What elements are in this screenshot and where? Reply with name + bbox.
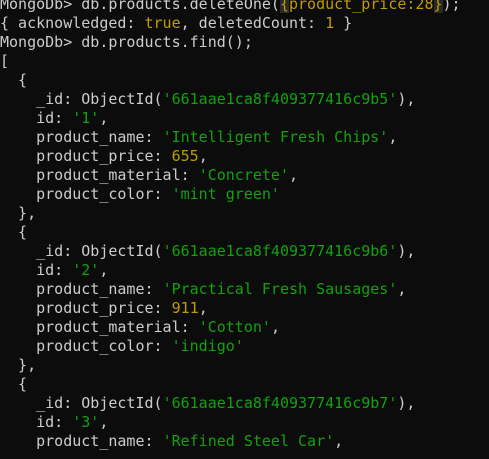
terminal-line: _id: ObjectId('661aae1ca8f409377416c9b7'… — [0, 394, 489, 413]
terminal-text-segment: product_name: — [0, 432, 163, 450]
terminal-text-segment: , deletedCount: — [180, 14, 326, 32]
terminal-line: id: '3', — [0, 413, 489, 432]
terminal-text-segment: , — [334, 432, 344, 450]
terminal-text-segment: id: — [0, 413, 73, 431]
terminal-line: MongoDb> db.products.find(); — [0, 33, 489, 52]
terminal-text-segment: , — [397, 280, 407, 298]
terminal-text-segment: MongoDb> db.products.find(); — [0, 33, 253, 51]
terminal-text-segment: product_price: — [0, 147, 172, 165]
terminal-text-segment: { — [0, 71, 28, 89]
terminal-text-segment: product_material: — [0, 166, 199, 184]
terminal-text-segment: ), — [397, 90, 416, 108]
terminal-text-segment: product_name: — [0, 280, 163, 298]
terminal-line: { acknowledged: true, deletedCount: 1 } — [0, 14, 489, 33]
terminal-text-segment: _id: ObjectId( — [0, 394, 163, 412]
terminal-line: product_price: 911, — [0, 299, 489, 318]
terminal-text-segment: , — [198, 147, 208, 165]
terminal-text-segment: , — [99, 261, 109, 279]
terminal-text-segment: '661aae1ca8f409377416c9b7' — [162, 394, 398, 412]
terminal-text-segment: ), — [397, 394, 416, 412]
terminal-text-segment: } — [433, 0, 443, 13]
terminal-line: product_material: 'Cotton', — [0, 318, 489, 337]
terminal-text-segment: , — [388, 128, 398, 146]
terminal-text-segment: 'Refined Steel Car' — [162, 432, 335, 450]
terminal-text-segment: product_name: — [0, 128, 163, 146]
terminal-text-segment: product_price: — [0, 299, 172, 317]
terminal-text-segment: product_material: — [0, 318, 199, 336]
terminal-line: product_color: 'mint green' — [0, 185, 489, 204]
terminal-text-segment: }, — [0, 204, 37, 222]
terminal-text-segment: { — [279, 0, 289, 13]
terminal-line: MongoDb> db.products.deleteOne({product_… — [0, 0, 489, 14]
terminal-text-segment: ); — [442, 0, 461, 13]
terminal-line: id: '1', — [0, 109, 489, 128]
terminal-text-segment: } — [334, 14, 353, 32]
terminal-text-segment: 'mint green' — [171, 185, 280, 203]
terminal-text-segment: true — [144, 14, 181, 32]
terminal-text-segment: _id: ObjectId( — [0, 90, 163, 108]
terminal-text-segment: { — [0, 375, 28, 393]
terminal-text-segment: '2' — [72, 261, 100, 279]
terminal-text-segment: 'Practical Fresh Sausages' — [162, 280, 398, 298]
terminal-text-segment: '1' — [72, 109, 100, 127]
terminal-text-segment: MongoDb> db.products.deleteOne( — [0, 0, 280, 13]
terminal-text-segment: }, — [0, 356, 37, 374]
terminal-line: { — [0, 375, 489, 394]
terminal-line: _id: ObjectId('661aae1ca8f409377416c9b6'… — [0, 242, 489, 261]
terminal-text-segment: _id: ObjectId( — [0, 242, 163, 260]
terminal-text-segment: , — [289, 166, 299, 184]
terminal-text-segment: , — [99, 413, 109, 431]
terminal-text-segment: product_color: — [0, 337, 172, 355]
terminal-line: [ — [0, 52, 489, 71]
terminal-line: }, — [0, 204, 489, 223]
terminal-line: _id: ObjectId('661aae1ca8f409377416c9b5'… — [0, 90, 489, 109]
terminal-line: product_color: 'indigo' — [0, 337, 489, 356]
terminal-line: product_material: 'Concrete', — [0, 166, 489, 185]
terminal-line — [0, 451, 489, 459]
terminal-line: product_price: 655, — [0, 147, 489, 166]
terminal-text-segment: '3' — [72, 413, 100, 431]
terminal-line: id: '2', — [0, 261, 489, 280]
terminal-text-segment: '661aae1ca8f409377416c9b5' — [162, 90, 398, 108]
terminal-text-segment: { — [0, 223, 28, 241]
terminal-text-segment: , — [99, 109, 109, 127]
terminal-text-segment: id: — [0, 261, 73, 279]
terminal-line: product_name: 'Intelligent Fresh Chips', — [0, 128, 489, 147]
terminal-text-segment: 'Concrete' — [198, 166, 289, 184]
terminal-line: { — [0, 223, 489, 242]
terminal-text-segment: product_price:28 — [289, 0, 434, 13]
terminal-text-segment: '661aae1ca8f409377416c9b6' — [162, 242, 398, 260]
terminal-text-segment: [ — [0, 52, 10, 70]
terminal-text-segment: ), — [397, 242, 416, 260]
terminal-text-segment: 911 — [171, 299, 199, 317]
terminal-text-segment: 1 — [325, 14, 335, 32]
terminal-line: product_name: 'Refined Steel Car', — [0, 432, 489, 451]
terminal-line: product_name: 'Practical Fresh Sausages'… — [0, 280, 489, 299]
terminal-text-segment: { acknowledged: — [0, 14, 145, 32]
terminal-text-segment: 655 — [171, 147, 199, 165]
terminal-text-segment: 'Intelligent Fresh Chips' — [162, 128, 389, 146]
terminal-output[interactable]: MongoDb> db.products.deleteOne({product_… — [0, 0, 489, 459]
terminal-line: { — [0, 71, 489, 90]
terminal-text-segment: product_color: — [0, 185, 172, 203]
terminal-text-segment: , — [270, 318, 280, 336]
terminal-text-segment: 'Cotton' — [198, 318, 271, 336]
terminal-text-segment: , — [198, 299, 208, 317]
terminal-text-segment: id: — [0, 109, 73, 127]
terminal-text-segment: 'indigo' — [171, 337, 244, 355]
terminal-line: }, — [0, 356, 489, 375]
